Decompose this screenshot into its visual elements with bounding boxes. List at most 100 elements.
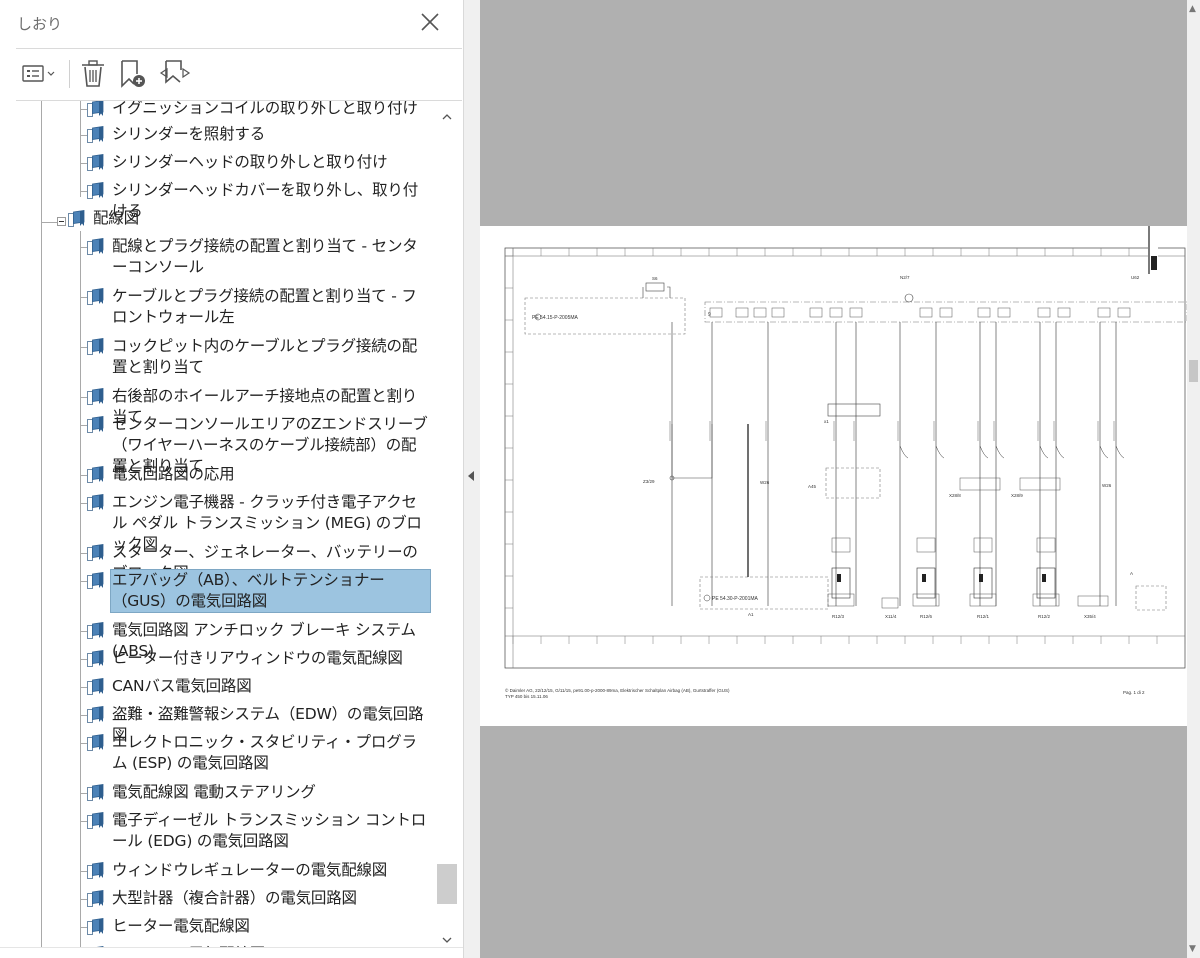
bookmark-item[interactable]: ヒーター付きリアウィンドウの電気配線図: [87, 648, 430, 669]
bookmark-label: 電気回路図の応用: [112, 465, 235, 483]
bookmark-folder[interactable]: 配線図: [68, 208, 430, 229]
bookmark-item[interactable]: イグニッションコイルの取り外しと取り付け: [87, 101, 430, 119]
bus-pin: [753, 307, 767, 318]
fuse-wire: [642, 286, 671, 298]
document-scroll-thumb[interactable]: [1189, 360, 1198, 382]
bus-pin: [771, 307, 785, 318]
collapse-toggle[interactable]: [57, 217, 66, 226]
bookmark-icon: [87, 650, 107, 667]
bookmark-item[interactable]: 電気回路図の応用: [87, 464, 430, 485]
bookmark-item[interactable]: コックピット内のケーブルとプラグ接続の配置と割り当て: [87, 336, 430, 378]
label-x354: X35/4: [1084, 614, 1096, 619]
delete-bookmark-button[interactable]: [78, 56, 108, 90]
igniter-module: [973, 567, 993, 599]
module-pin-block: [831, 537, 851, 553]
bookmark-scrollbar[interactable]: [437, 101, 457, 947]
scroll-down-arrow[interactable]: [441, 934, 453, 946]
new-bookmark-icon: [121, 60, 145, 88]
label-x1: x1: [824, 419, 829, 424]
igniter-element: [922, 574, 926, 582]
bookmark-item[interactable]: ヒーター電気配線図: [87, 916, 430, 937]
igniter-modules: R12/3 X11/4 R12/6 R12/1 R12/2 X35/4: [827, 477, 1109, 619]
bookmark-item[interactable]: 電気配線図 電動ステアリング: [87, 782, 430, 803]
bookmark-item[interactable]: 電子ディーゼル トランスミッション コントロール (EDG) の電気回路図: [87, 810, 430, 852]
bookmark-label: ヒーター付きリアウィンドウの電気配線図: [112, 649, 403, 667]
tree-guide-line: [80, 553, 87, 554]
tree-guide-line: [80, 581, 87, 582]
bookmark-item[interactable]: ウィンドウレギュレーターの電気配線図: [87, 860, 430, 881]
wire-twist: [1115, 445, 1125, 459]
wiring-diagram: PE 54.15-P-2005MA 9 S6 N2/7 U62 Z3/29 W2…: [504, 226, 1187, 699]
label-z329: Z3/29: [643, 479, 655, 484]
tree-guide-line: [80, 659, 87, 660]
scroll-thumb[interactable]: [437, 864, 457, 904]
bookmark-label: 配線図: [93, 209, 139, 227]
footer-left: © Daimler AG, 22/12/15, G/11/15, pe91.00…: [505, 687, 730, 693]
connector-x354: [1077, 595, 1109, 607]
bookmark-label: イグニッションコイルの取り外しと取り付け: [112, 101, 418, 117]
chevron-up-icon: [442, 114, 452, 120]
label-u62: U62: [1131, 275, 1140, 280]
tree-guide-line: [80, 743, 87, 744]
document-viewer[interactable]: PE 54.15-P-2005MA 9 S6 N2/7 U62 Z3/29 W2…: [480, 0, 1187, 958]
bookmark-item[interactable]: シリンダーを照射する: [87, 124, 430, 145]
panel-title: しおり: [17, 15, 63, 33]
tree-guide-line: [80, 475, 87, 476]
bookmark-label: シリンダーを照射する: [112, 125, 266, 143]
bookmark-item[interactable]: 大型計器（複合計器）の電気回路図: [87, 888, 430, 909]
header-divider: [16, 48, 462, 49]
bookmark-item[interactable]: ケーブルとプラグ接続の配置と割り当て - フロントウォール左: [87, 286, 430, 328]
igniter-module: [831, 567, 851, 599]
bookmark-icon: [87, 918, 107, 935]
collapse-arrow-icon[interactable]: [468, 471, 474, 481]
tree-guide-line: [80, 425, 87, 426]
splice-wire: [671, 424, 713, 479]
bookmark-item[interactable]: エアバッグ（AB）、ベルトテンショナー（GUS）の電気回路図: [87, 569, 431, 613]
bookmark-item[interactable]: エレクトロニック・スタビリティ・プログラム (ESP) の電気回路図: [87, 732, 430, 774]
bookmark-icon: [87, 706, 107, 723]
connector-x114: [881, 597, 899, 609]
options-menu-button[interactable]: [20, 56, 60, 90]
new-bookmark-button[interactable]: [117, 56, 151, 90]
bookmark-icon: [87, 338, 107, 355]
tree-guide-line: [80, 397, 87, 398]
ruler-ticks: [505, 248, 1186, 644]
label-a1: A1: [748, 612, 754, 617]
bus-pin: [1117, 307, 1131, 318]
igniter-module: [1036, 567, 1056, 599]
bookmark-icon: [87, 126, 107, 143]
panel-splitter[interactable]: [463, 0, 480, 958]
bookmark-icon: [87, 784, 107, 801]
bookmark-item[interactable]: CANバス電気回路図: [87, 676, 430, 697]
bookmark-item[interactable]: 配線とプラグ接続の配置と割り当て - センターコンソール: [87, 236, 430, 278]
chevron-up-icon[interactable]: ▲: [1189, 4, 1196, 14]
document-scrollbar[interactable]: ▲ ▼: [1187, 0, 1200, 958]
wire-twist: [979, 445, 989, 459]
tree-guide-line: [80, 687, 87, 688]
wire-twist: [1099, 445, 1109, 459]
pe-bottom-label: PE 54.30-P-2001MA: [712, 596, 759, 602]
scroll-up-arrow[interactable]: [441, 111, 453, 123]
tree-guide-line: [80, 899, 87, 900]
expand-bookmark-button[interactable]: [157, 56, 193, 90]
label-r121: R12/1: [977, 614, 990, 619]
module-pin-block: [973, 537, 993, 553]
igniter-module: [916, 567, 936, 599]
wires: [669, 322, 1125, 606]
bookmark-label: 配線とプラグ接続の配置と割り当て - センターコンソール: [112, 237, 418, 276]
bookmark-item[interactable]: シリンダーヘッドの取り外しと取り付け: [87, 152, 430, 173]
label-a-right: A: [1130, 571, 1133, 576]
bus-pin: [919, 307, 933, 318]
bus-connectors: [709, 307, 1131, 318]
label-n27: N2/7: [900, 275, 910, 280]
list-options-icon: [22, 65, 55, 82]
bookmarks-panel: しおり イグニッションコイルの取り外しと取り付け シリンダーを照射する シリンダ…: [0, 0, 463, 958]
panel-header: しおり: [0, 0, 463, 48]
bookmark-icon: [87, 494, 107, 511]
ref-symbol-icon: [703, 594, 711, 602]
chevron-down-icon[interactable]: ▼: [1189, 944, 1196, 954]
bookmark-label: ヒーター電気配線図: [112, 917, 250, 935]
label-s6: S6: [652, 276, 658, 281]
close-panel-button[interactable]: [417, 9, 443, 35]
tree-guide-line: [80, 927, 87, 928]
